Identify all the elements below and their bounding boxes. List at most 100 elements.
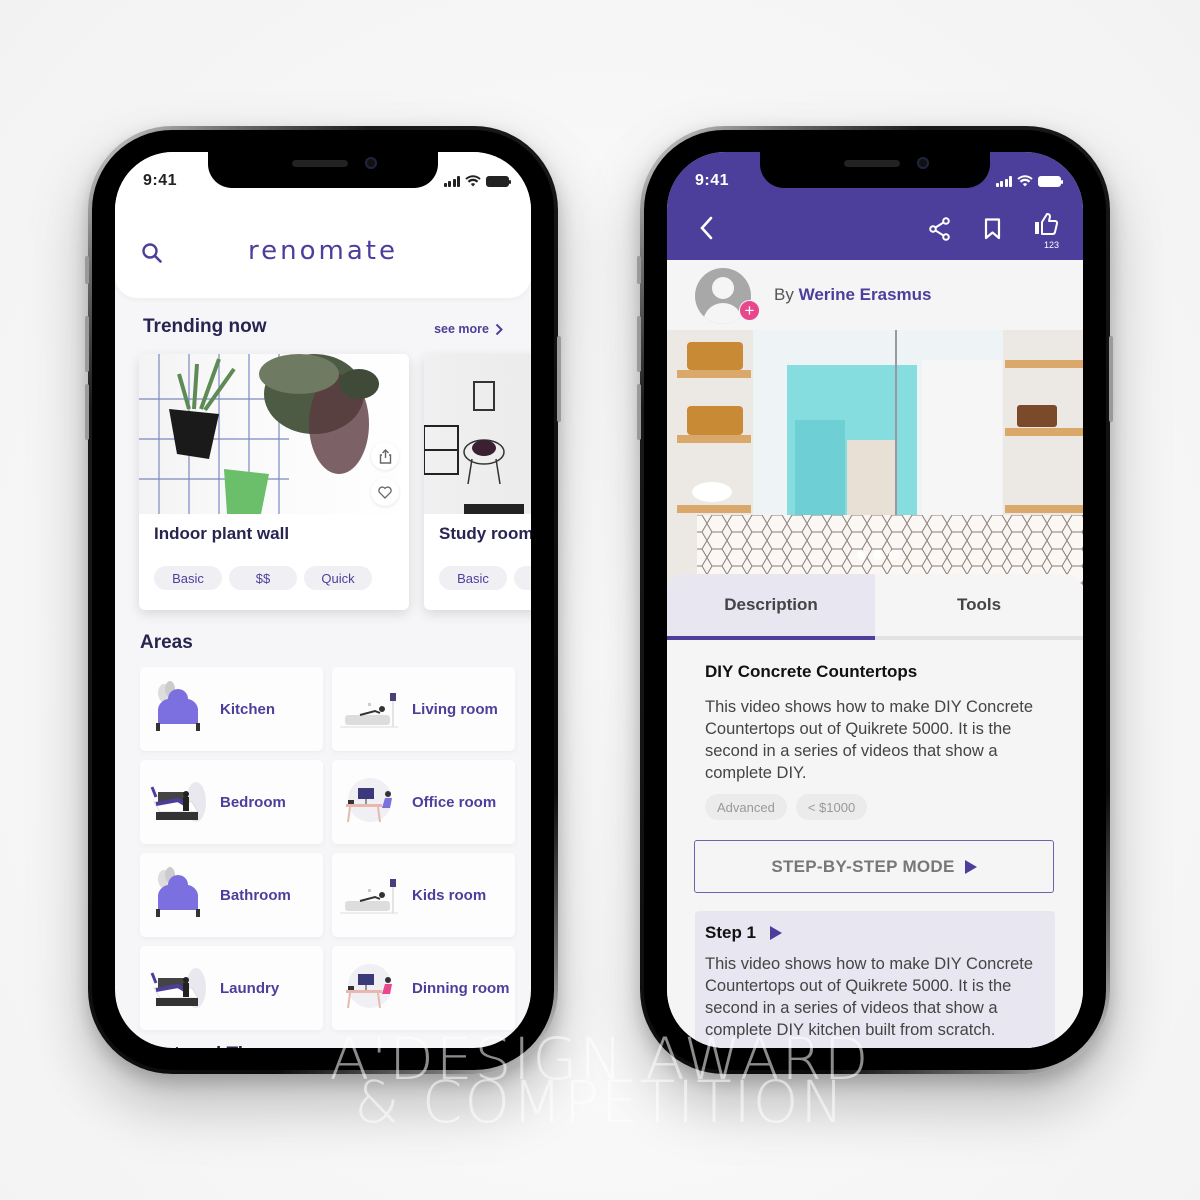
author-byline: By Werine Erasmus bbox=[774, 285, 932, 305]
area-card-office-room[interactable]: Office room bbox=[332, 760, 515, 844]
play-icon[interactable] bbox=[770, 926, 783, 940]
bed-person-illustration bbox=[150, 968, 206, 1008]
chevron-right-icon bbox=[495, 323, 503, 335]
status-time: 9:41 bbox=[695, 172, 730, 189]
share-icon bbox=[379, 448, 391, 464]
areas-grid: Kitchen Living room Bedroom Office room … bbox=[140, 667, 515, 1030]
signal-icon bbox=[995, 175, 1012, 187]
carousel-dot[interactable] bbox=[857, 550, 867, 560]
bookmark-icon[interactable] bbox=[984, 218, 1001, 240]
tag-level: Basic bbox=[154, 566, 222, 590]
back-icon[interactable] bbox=[699, 216, 713, 240]
area-label: Office room bbox=[412, 793, 497, 811]
power-button bbox=[557, 336, 561, 422]
area-label: Living room bbox=[412, 700, 498, 718]
author-prefix: By bbox=[774, 285, 794, 304]
right-phone-frame: 9:41 123 + By Werine Erasmus Description… bbox=[637, 126, 1113, 1074]
author-bar: + By Werine Erasmus bbox=[667, 260, 1083, 330]
tag-cost bbox=[514, 566, 531, 590]
tab-tools[interactable]: Tools bbox=[875, 574, 1083, 640]
step-mode-label: STEP-BY-STEP MODE bbox=[771, 856, 955, 876]
tag-cost: $$ bbox=[229, 566, 297, 590]
content-panel: Description Tools DIY Concrete Counterto… bbox=[667, 574, 1083, 1048]
follow-button[interactable]: + bbox=[739, 300, 760, 321]
area-label: Laundry bbox=[220, 979, 280, 997]
project-description: This video shows how to make DIY Concret… bbox=[705, 698, 1034, 782]
step-description: This video shows how to make DIY Concret… bbox=[705, 955, 1034, 1039]
tab-bar: Description Tools bbox=[667, 574, 1083, 640]
area-card-bathroom[interactable]: Bathroom bbox=[140, 853, 323, 937]
desk-person-illustration bbox=[346, 964, 392, 1009]
sofa-person-illustration bbox=[340, 693, 398, 728]
card-title: Study room bbox=[439, 524, 531, 543]
tag-budget: < $1000 bbox=[795, 794, 868, 820]
area-card-living-room[interactable]: Living room bbox=[332, 667, 515, 751]
plus-icon: + bbox=[744, 301, 755, 320]
share-icon[interactable] bbox=[929, 217, 951, 241]
detail-screen: 9:41 123 + By Werine Erasmus Description… bbox=[667, 152, 1083, 1048]
card-title: Indoor plant wall bbox=[154, 524, 290, 543]
volume-down-button bbox=[637, 384, 641, 440]
chef-hat-illustration bbox=[156, 867, 200, 917]
author-name[interactable]: Werine Erasmus bbox=[799, 285, 932, 304]
wifi-icon bbox=[1017, 175, 1033, 187]
areas-title: Areas bbox=[140, 632, 193, 653]
battery-icon bbox=[1038, 175, 1063, 187]
mute-switch bbox=[637, 256, 641, 284]
area-card-kids-room[interactable]: Kids room bbox=[332, 853, 515, 937]
project-title: DIY Concrete Countertops bbox=[705, 662, 918, 681]
tag-difficulty: Advanced bbox=[705, 794, 787, 820]
area-card-bedroom[interactable]: Bedroom bbox=[140, 760, 323, 844]
tab-description[interactable]: Description bbox=[667, 574, 875, 640]
power-button bbox=[1109, 336, 1113, 422]
watermark-line2: & COMPETITION bbox=[354, 1068, 846, 1136]
app-logo: renomate bbox=[248, 236, 398, 266]
favorite-button[interactable] bbox=[371, 478, 399, 506]
carousel-dots bbox=[857, 550, 899, 560]
chef-hat-illustration bbox=[156, 681, 200, 731]
plant-wall-image bbox=[139, 354, 409, 514]
left-phone-frame: 9:41 renomate Trending now see more Indo… bbox=[85, 126, 561, 1074]
tag-duration: Quick bbox=[304, 566, 372, 590]
area-label: Bathroom bbox=[220, 886, 291, 904]
area-label: Bedroom bbox=[220, 793, 286, 811]
trending-title: Trending now bbox=[143, 316, 267, 337]
featured-tips-title: Featured Tips bbox=[141, 1044, 265, 1048]
sofa-person-illustration bbox=[340, 879, 398, 914]
volume-down-button bbox=[85, 384, 89, 440]
tag-level: Basic bbox=[439, 566, 507, 590]
share-button[interactable] bbox=[371, 442, 399, 470]
trending-card[interactable]: Study room Basic bbox=[424, 354, 531, 610]
desk-person-illustration bbox=[346, 778, 392, 823]
carousel-dot[interactable] bbox=[873, 550, 883, 560]
area-label: Kids room bbox=[412, 886, 487, 904]
area-card-dinning-room[interactable]: Dinning room bbox=[332, 946, 515, 1030]
trending-card[interactable]: Indoor plant wall Basic $$ Quick bbox=[139, 354, 409, 610]
bed-person-illustration bbox=[150, 782, 206, 822]
mute-switch bbox=[85, 256, 89, 284]
notch bbox=[208, 152, 438, 188]
home-screen: 9:41 renomate Trending now see more Indo… bbox=[115, 152, 531, 1048]
notch bbox=[760, 152, 990, 188]
battery-icon bbox=[486, 175, 511, 187]
play-icon bbox=[964, 859, 977, 874]
volume-up-button bbox=[85, 316, 89, 372]
step-card[interactable]: Step 1 This video shows how to make DIY … bbox=[695, 911, 1055, 1048]
heart-icon bbox=[378, 485, 392, 499]
see-more-link[interactable]: see more bbox=[434, 322, 503, 336]
signal-icon bbox=[443, 175, 460, 187]
study-room-image bbox=[424, 354, 531, 514]
status-time: 9:41 bbox=[143, 172, 178, 189]
wifi-icon bbox=[465, 175, 481, 187]
step-title: Step 1 bbox=[705, 923, 757, 942]
thumbs-up-icon[interactable] bbox=[1034, 212, 1058, 236]
like-count: 123 bbox=[1043, 240, 1059, 250]
area-card-kitchen[interactable]: Kitchen bbox=[140, 667, 323, 751]
see-more-label: see more bbox=[434, 322, 489, 336]
area-card-laundry[interactable]: Laundry bbox=[140, 946, 323, 1030]
area-label: Kitchen bbox=[220, 700, 276, 718]
volume-up-button bbox=[637, 316, 641, 372]
area-label: Dinning room bbox=[412, 979, 510, 997]
carousel-dot-active[interactable] bbox=[889, 550, 899, 560]
step-by-step-mode-button[interactable]: STEP-BY-STEP MODE bbox=[694, 840, 1054, 893]
